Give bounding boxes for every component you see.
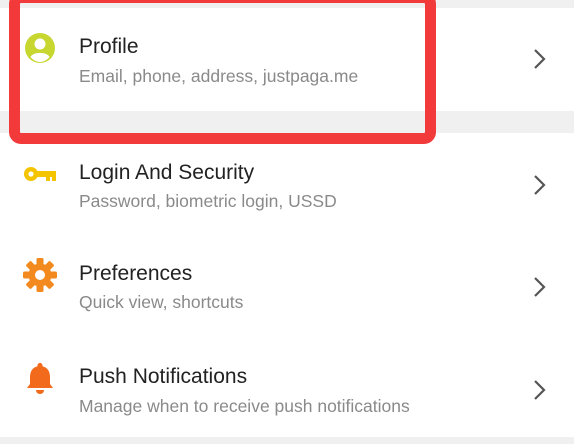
settings-item-title: Login And Security (79, 161, 255, 184)
settings-item-subtitle: Email, phone, address, justpaga.me (79, 66, 359, 86)
settings-item-profile[interactable]: Profile Email, phone, address, justpaga.… (0, 8, 574, 104)
settings-item-title: Push Notifications (79, 365, 248, 388)
bell-icon (27, 363, 53, 394)
chevron-right-icon (534, 175, 546, 195)
settings-item-subtitle: Manage when to receive push notification… (79, 396, 410, 416)
person-circle-icon (25, 33, 55, 63)
settings-item-login-security[interactable]: Login And Security Password, biometric l… (0, 133, 574, 229)
chevron-right-icon (534, 49, 546, 69)
settings-group-card: Login And Security Password, biometric l… (0, 133, 574, 437)
profile-card: Profile Email, phone, address, justpaga.… (0, 8, 574, 111)
chevron-right-icon (534, 277, 546, 297)
chevron-right-icon (534, 380, 546, 400)
key-icon (24, 167, 56, 181)
settings-item-title: Preferences (79, 262, 193, 285)
settings-item-push-notifications[interactable]: Push Notifications Manage when to receiv… (0, 338, 574, 434)
top-divider (0, 0, 574, 8)
gear-icon (23, 258, 57, 292)
settings-item-title: Profile (79, 35, 139, 58)
settings-item-subtitle: Password, biometric login, USSD (79, 191, 337, 211)
settings-screen: Profile Email, phone, address, justpaga.… (0, 0, 574, 444)
settings-item-subtitle: Quick view, shortcuts (79, 292, 244, 312)
settings-item-preferences[interactable]: Preferences Quick view, shortcuts (0, 235, 574, 331)
